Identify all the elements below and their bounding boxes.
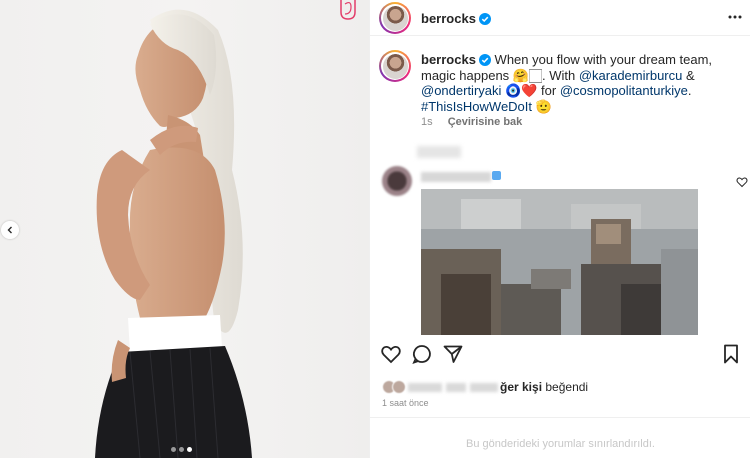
liker-name-blurred [446, 382, 466, 392]
chevron-left-icon [7, 226, 12, 234]
liker-avatar [392, 380, 406, 394]
post-details-panel: berrocks berrocks When you flow with you… [369, 0, 750, 458]
caption-username[interactable]: berrocks [421, 52, 476, 67]
comment-bubble-icon[interactable] [411, 343, 433, 365]
comments-restricted-text: Bu gönderideki yorumlar sınırlandırıldı. [466, 438, 655, 450]
caption-author-avatar[interactable] [379, 50, 411, 82]
caption-text: . With [541, 67, 576, 83]
comments-restricted-footer: Bu gönderideki yorumlar sınırlandırıldı. [370, 417, 750, 458]
like-heart-icon[interactable] [380, 343, 402, 365]
instagram-post: berrocks berrocks When you flow with you… [0, 0, 750, 458]
caption-emoji: 🤗🏻 [512, 67, 542, 83]
magazine-logo-icon [340, 0, 356, 20]
comment-like-heart-icon[interactable] [736, 176, 748, 188]
carousel-dot [179, 447, 184, 452]
commenter-verified-icon [492, 171, 501, 180]
caption-text: . [687, 83, 692, 98]
save-bookmark-icon[interactable] [720, 343, 742, 365]
carousel-indicator [171, 447, 192, 452]
comment-image-blurred[interactable] [421, 189, 698, 335]
likes-summary[interactable]: ğer kişi beğendi [382, 380, 588, 394]
verified-badge-icon [478, 54, 491, 66]
author-username[interactable]: berrocks [421, 11, 491, 26]
carousel-dot [171, 447, 176, 452]
caption-meta: 1s Çevirisine bak [421, 116, 522, 128]
commenter-avatar[interactable] [382, 166, 412, 196]
blurred-comment-header [417, 146, 461, 158]
more-options-icon[interactable] [727, 9, 743, 25]
caption-emoji: 🧿❤️ [505, 83, 538, 98]
see-translation-link[interactable]: Çevirisine bak [448, 116, 523, 128]
liker-name-blurred [408, 382, 442, 392]
mention-link[interactable]: @karademirburcu [579, 68, 683, 83]
post-photo [95, 9, 252, 458]
post-media[interactable] [0, 0, 369, 458]
post-caption: berrocks When you flow with your dream t… [421, 52, 733, 114]
post-actions-bar [370, 343, 750, 369]
post-timestamp[interactable]: 1 saat önce [382, 398, 429, 408]
likes-text: ğer kişi beğendi [500, 380, 589, 394]
mention-link[interactable]: @ondertiryaki [421, 83, 501, 98]
commenter-username-blurred[interactable] [421, 172, 491, 182]
author-avatar[interactable] [379, 2, 411, 34]
author-username-text[interactable]: berrocks [421, 11, 476, 26]
carousel-dot-active [187, 447, 192, 452]
previous-media-button[interactable] [1, 221, 19, 239]
caption-text: for [541, 83, 557, 98]
caption-time: 1s [421, 116, 433, 128]
hashtag-link[interactable]: #ThisIsHowWeDoIt [421, 99, 532, 114]
liker-name-blurred [470, 382, 498, 392]
verified-badge-icon [478, 13, 491, 25]
caption-emoji: 🫡 [535, 98, 552, 114]
share-paper-plane-icon[interactable] [442, 343, 464, 365]
post-header: berrocks [370, 0, 750, 36]
mention-link[interactable]: @cosmopolitanturkiye [560, 83, 688, 98]
caption-text: & [685, 67, 695, 83]
